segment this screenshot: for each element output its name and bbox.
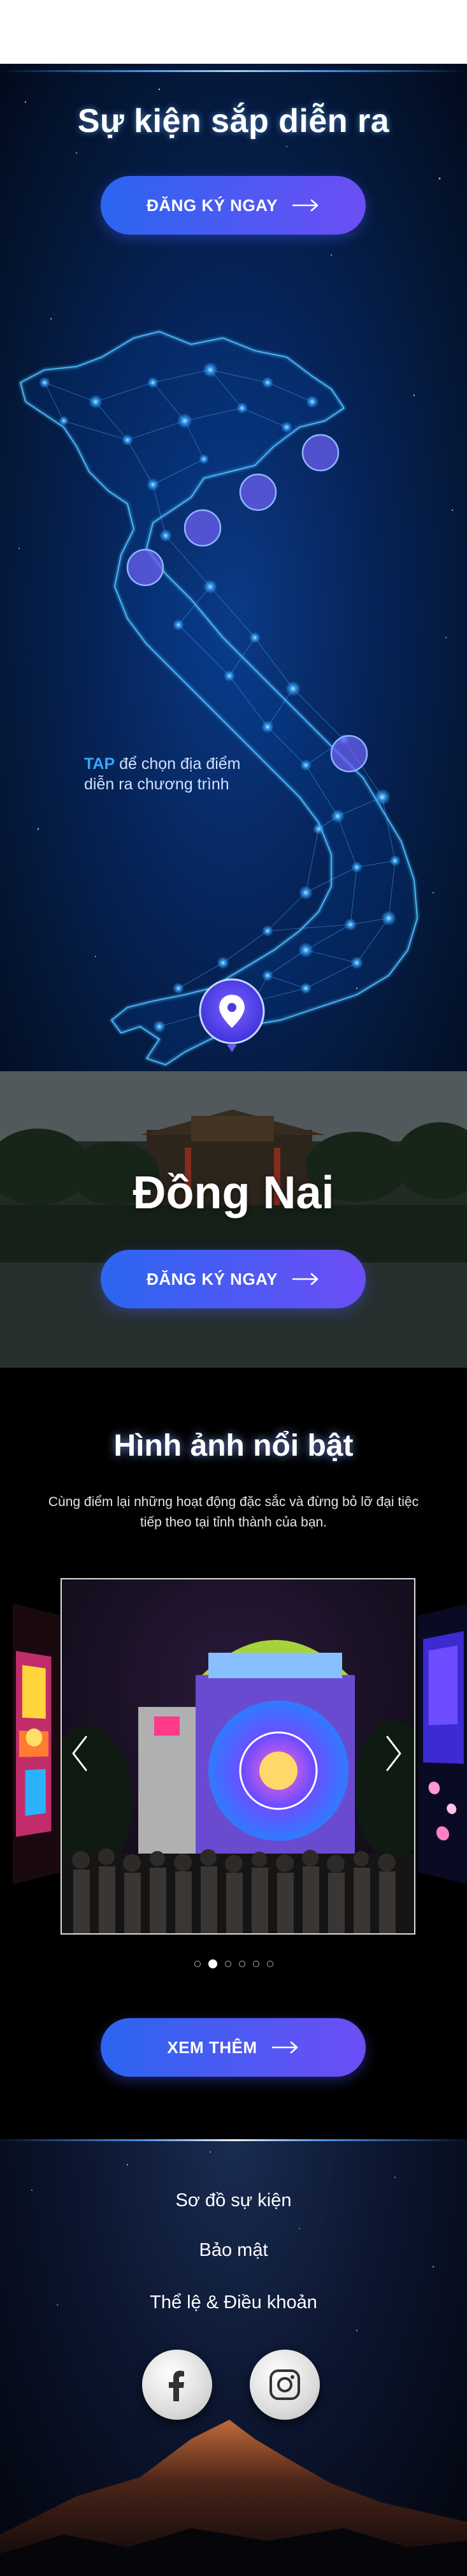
next-slide-button[interactable] xyxy=(381,1728,406,1779)
tap-keyword: TAP xyxy=(84,755,115,773)
slide-pagination xyxy=(0,1959,467,1968)
footer-link-event-map[interactable]: Sơ đồ sự kiện xyxy=(0,2190,467,2211)
pagination-dot[interactable] xyxy=(194,1961,201,1967)
instagram-icon xyxy=(269,2369,300,2400)
gallery-description: Cùng điểm lại những hoạt động đặc sắc và… xyxy=(48,1495,419,1530)
hero-title: Sự kiện sắp diễn ra xyxy=(77,103,390,140)
location-marker[interactable] xyxy=(183,509,222,547)
city-register-label: ĐĂNG KÝ NGAY xyxy=(147,1269,278,1289)
location-marker[interactable] xyxy=(301,434,340,472)
pagination-dot[interactable] xyxy=(208,1959,217,1968)
facebook-icon xyxy=(169,2371,184,2401)
pagination-dot[interactable] xyxy=(238,1961,245,1967)
slide-image xyxy=(417,1604,467,1884)
city-background-image xyxy=(0,1071,467,1368)
arrow-right-icon xyxy=(292,1273,320,1285)
arrow-right-icon xyxy=(271,2041,299,2054)
highlight-gallery-section: Hình ảnh nổi bật Cùng điểm lại những hoạ… xyxy=(0,1368,467,2139)
page: Sự kiện sắp diễn ra ĐĂNG KÝ NGAY TAP để … xyxy=(0,0,467,2576)
slide-image xyxy=(13,1604,63,1884)
chevron-left-icon xyxy=(72,1736,87,1771)
facebook-button[interactable] xyxy=(142,2350,212,2420)
pagination-dot[interactable] xyxy=(266,1961,273,1967)
footer-link-terms[interactable]: Thể lệ & Điều khoản xyxy=(0,2292,467,2313)
footer: Sơ đồ sự kiện Bảo mật Thể lệ & Điều khoả… xyxy=(0,2139,467,2576)
register-now-button[interactable]: ĐĂNG KÝ NGAY xyxy=(101,176,366,235)
pagination-dot[interactable] xyxy=(252,1961,259,1967)
register-now-label: ĐĂNG KÝ NGAY xyxy=(147,195,278,215)
tap-hint: TAP để chọn địa điểm diễn ra chương trìn… xyxy=(84,754,241,794)
city-name: Đồng Nai xyxy=(133,1167,334,1218)
tap-hint-line1: TAP để chọn địa điểm xyxy=(84,755,241,773)
see-more-button[interactable]: XEM THÊM xyxy=(101,2018,366,2077)
footer-link-privacy[interactable]: Bảo mật xyxy=(0,2240,467,2261)
slide-image xyxy=(62,1579,414,1933)
arrow-right-icon xyxy=(292,199,320,212)
upcoming-events-section: Sự kiện sắp diễn ra ĐĂNG KÝ NGAY TAP để … xyxy=(0,64,467,1071)
selected-city-section: Đồng Nai ĐĂNG KÝ NGAY xyxy=(0,1071,467,1368)
vietnam-network-map[interactable] xyxy=(0,255,467,1071)
location-pin-icon[interactable] xyxy=(199,978,265,1052)
location-marker[interactable] xyxy=(330,735,368,773)
tap-hint-text2: diễn ra chương trình xyxy=(84,775,229,793)
previous-slide-button[interactable] xyxy=(67,1728,92,1779)
tap-hint-text1: để chọn địa điểm xyxy=(115,755,241,773)
top-header-bar xyxy=(0,0,467,64)
slide-main[interactable] xyxy=(61,1578,415,1935)
instagram-button[interactable] xyxy=(250,2350,320,2420)
city-register-button[interactable]: ĐĂNG KÝ NGAY xyxy=(101,1250,366,1308)
slide-preview-left[interactable] xyxy=(13,1604,63,1884)
location-marker[interactable] xyxy=(239,473,277,511)
gallery-title: Hình ảnh nổi bật xyxy=(113,1429,354,1463)
location-marker[interactable] xyxy=(126,548,164,587)
chevron-right-icon xyxy=(386,1736,401,1771)
see-more-label: XEM THÊM xyxy=(167,2037,257,2057)
slide-preview-right[interactable] xyxy=(417,1604,467,1884)
pagination-dot[interactable] xyxy=(224,1961,231,1967)
